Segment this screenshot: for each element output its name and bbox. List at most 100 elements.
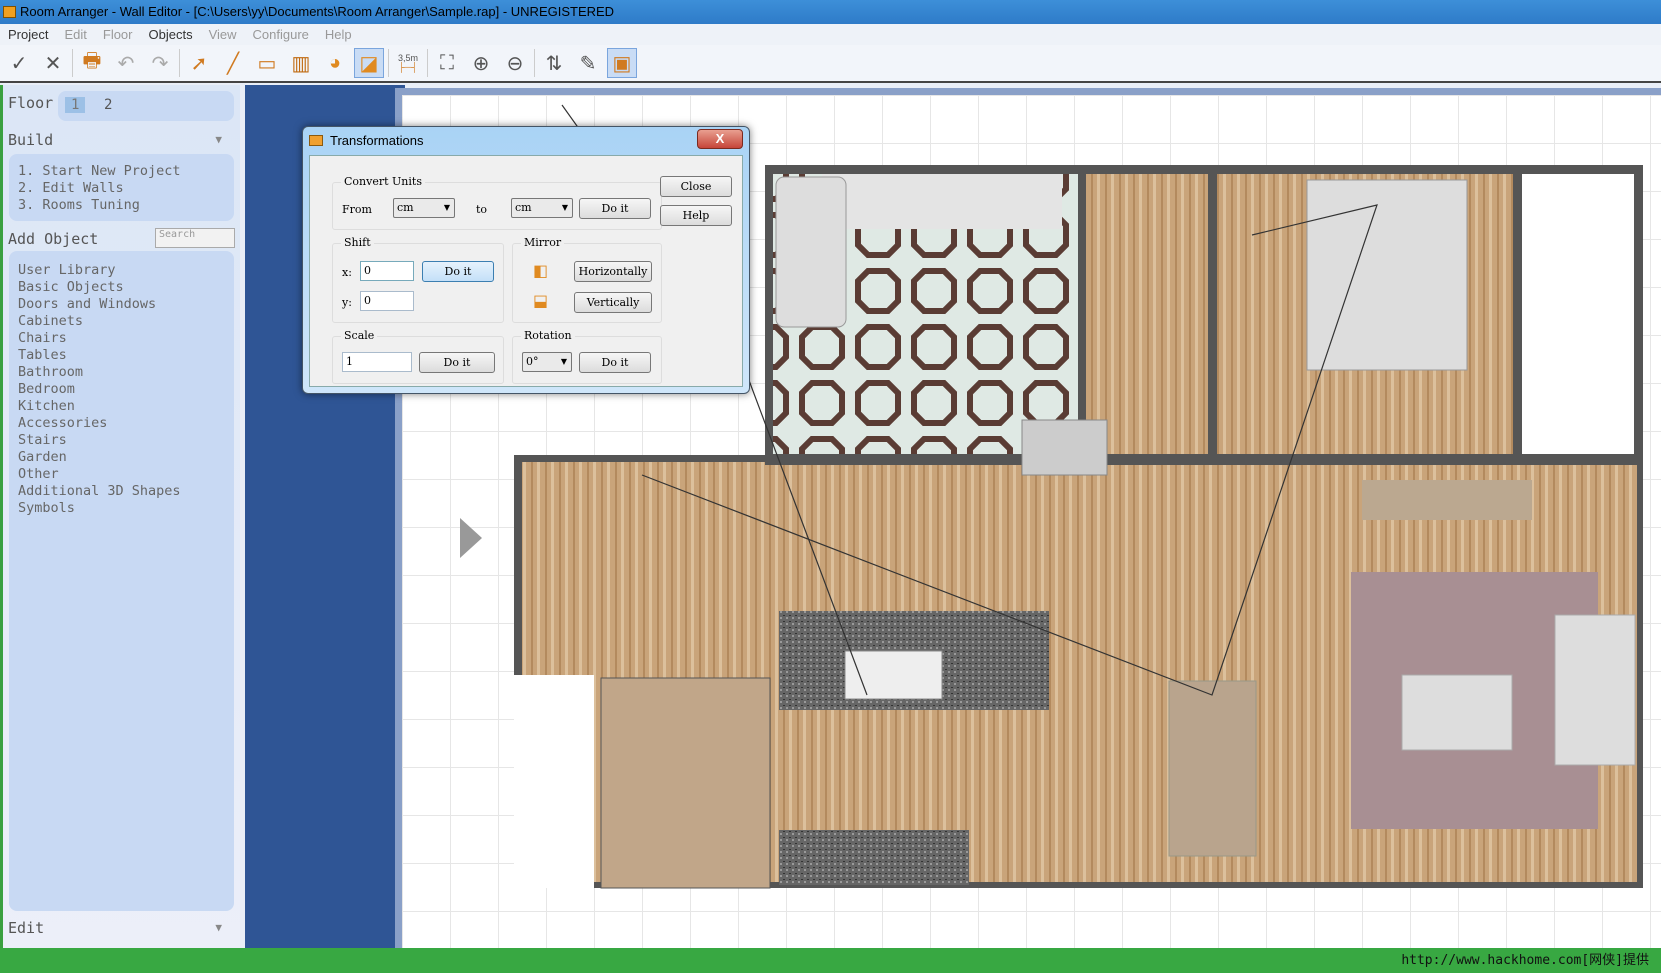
convert-units-do-it-button[interactable]: Do it (579, 198, 651, 219)
from-unit-select[interactable]: cm (393, 198, 455, 218)
floor-tab-2[interactable]: 2 (98, 97, 118, 113)
floor-tab-1[interactable]: 1 (65, 97, 86, 113)
measure-icon[interactable]: 3,5m ├─┤ (393, 48, 423, 78)
l-stairs-icon[interactable]: ◪ (354, 48, 384, 78)
scale-input[interactable]: 1 (342, 352, 412, 372)
collapse-edit-icon[interactable]: ▼ (215, 921, 222, 934)
transformations-dialog: Transformations X Convert Units From cm … (302, 126, 750, 394)
shift-x-label: x: (342, 266, 352, 279)
category-item[interactable]: Additional 3D Shapes (9, 483, 234, 500)
desk (1021, 419, 1108, 476)
3d-view-icon[interactable]: ▣ (607, 48, 637, 78)
object-search-input[interactable]: Search (155, 228, 235, 248)
build-label: Build (8, 131, 54, 149)
select-arrow-icon[interactable]: ➚ (184, 48, 214, 78)
help-button[interactable]: Help (660, 205, 732, 226)
collapse-build-icon[interactable]: ▼ (215, 133, 222, 146)
convert-units-group: Convert Units From cm to cm Do it (332, 175, 662, 230)
dialog-icon (309, 135, 323, 146)
edit-properties-icon[interactable]: ✎ (573, 48, 603, 78)
menu-project[interactable]: Project (0, 24, 56, 45)
to-unit-select[interactable]: cm (511, 198, 573, 218)
divider (72, 49, 73, 77)
menu-bar: Project Edit Floor Objects View Configure Help (0, 24, 1661, 45)
category-item[interactable]: Symbols (9, 500, 234, 517)
category-item[interactable]: Basic Objects (9, 279, 234, 296)
category-item[interactable]: Tables (9, 347, 234, 364)
zoom-out-icon[interactable]: ⊖ (500, 48, 530, 78)
menu-help[interactable]: Help (317, 24, 360, 45)
divider (534, 49, 535, 77)
watermark-text: http://www.hackhome.com[网侠]提供 (1401, 953, 1649, 968)
category-item[interactable]: Accessories (9, 415, 234, 432)
category-item[interactable]: Bathroom (9, 364, 234, 381)
rotation-do-it-button[interactable]: Do it (579, 352, 651, 373)
scale-do-it-button[interactable]: Do it (419, 352, 495, 373)
shift-label: Shift (341, 236, 374, 249)
watermark-bar: http://www.hackhome.com[网侠]提供 (0, 948, 1661, 973)
accept-icon[interactable]: ✓ (4, 48, 34, 78)
closet (1086, 174, 1208, 454)
shift-y-input[interactable]: 0 (360, 291, 414, 311)
redo-icon[interactable]: ↷ (145, 48, 175, 78)
print-icon[interactable]: 🖶 (77, 48, 107, 78)
menu-view[interactable]: View (201, 24, 245, 45)
close-button[interactable]: Close (660, 176, 732, 197)
rotation-select[interactable]: 0° (522, 352, 572, 372)
dialog-title: Transformations (330, 133, 424, 148)
zoom-in-icon[interactable]: ⊕ (466, 48, 496, 78)
category-item[interactable]: Kitchen (9, 398, 234, 415)
category-item[interactable]: User Library (9, 262, 234, 279)
shift-x-input[interactable]: 0 (360, 261, 414, 281)
category-item[interactable]: Doors and Windows (9, 296, 234, 313)
title-bar: Room Arranger - Wall Editor - [C:\Users\… (0, 0, 1661, 24)
draw-room-icon[interactable]: ▭ (252, 48, 282, 78)
build-step-3[interactable]: 3. Rooms Tuning (9, 197, 234, 214)
floor-label: Floor (8, 94, 54, 112)
menu-floor[interactable]: Floor (95, 24, 141, 45)
category-item[interactable]: Cabinets (9, 313, 234, 330)
spiral-stairs-icon[interactable]: ◕ (320, 48, 350, 78)
build-steps-panel: 1. Start New Project 2. Edit Walls 3. Ro… (9, 154, 234, 221)
sofa (1554, 614, 1636, 766)
category-item[interactable]: Stairs (9, 432, 234, 449)
mirror-vertically-button[interactable]: Vertically (574, 292, 652, 313)
undo-icon[interactable]: ↶ (111, 48, 141, 78)
stairs (600, 677, 771, 889)
rotation-group: Rotation 0° Do it (512, 329, 662, 384)
bathtub (775, 176, 847, 328)
cancel-icon[interactable]: ✕ (38, 48, 68, 78)
shift-y-label: y: (342, 296, 352, 309)
divider (179, 49, 180, 77)
floor-selector: 1 2 (58, 91, 234, 121)
scale-label: Scale (341, 329, 378, 342)
menu-objects[interactable]: Objects (141, 24, 201, 45)
sink-counter (822, 174, 1062, 229)
divider (427, 49, 428, 77)
mirror-horizontally-button[interactable]: Horizontally (574, 261, 652, 282)
mirror-vertical-icon: ⬓ (533, 291, 549, 310)
draw-wall-icon[interactable]: ╱ (218, 48, 248, 78)
build-step-2[interactable]: 2. Edit Walls (9, 180, 234, 197)
straight-stairs-icon[interactable]: ▥ (286, 48, 316, 78)
convert-units-label: Convert Units (341, 175, 425, 188)
build-step-1[interactable]: 1. Start New Project (9, 163, 234, 180)
menu-edit[interactable]: Edit (56, 24, 94, 45)
transform-icon[interactable]: ⇅ (539, 48, 569, 78)
from-label: From (342, 203, 372, 216)
object-categories-panel: User Library Basic Objects Doors and Windo… (9, 251, 234, 911)
mirror-group: Mirror ◧ Horizontally ⬓ Vertically (512, 236, 662, 323)
zoom-fit-icon[interactable]: ⛶ (432, 48, 462, 78)
dialog-close-icon[interactable]: X (697, 129, 743, 149)
upper-rooms[interactable] (765, 165, 1643, 465)
category-item[interactable]: Chairs (9, 330, 234, 347)
edit-label: Edit (8, 919, 45, 937)
category-item[interactable]: Bedroom (9, 381, 234, 398)
shift-do-it-button[interactable]: Do it (422, 261, 494, 282)
menu-configure[interactable]: Configure (245, 24, 317, 45)
add-object-label: Add Object (8, 230, 99, 248)
tv-stand (1362, 480, 1532, 520)
lower-counter (779, 830, 969, 885)
category-item[interactable]: Other (9, 466, 234, 483)
category-item[interactable]: Garden (9, 449, 234, 466)
